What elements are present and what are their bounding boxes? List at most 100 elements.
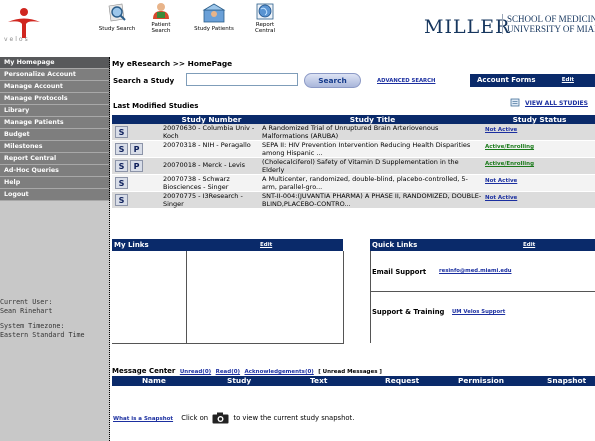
row-actions: S: [112, 174, 162, 192]
quick-links-title: Quick Links: [372, 241, 418, 249]
study-number-cell: 20070018 - Merck - Levis: [162, 157, 261, 175]
study-status-link[interactable]: Not Active: [485, 127, 517, 135]
study-status-cell: Not Active: [484, 191, 595, 209]
sidebar-item-manage-patients[interactable]: Manage Patients: [0, 117, 110, 129]
report-central-button[interactable]: Report Central: [248, 2, 282, 34]
study-number-cell: 20070738 - Schwarz Biosciences - Singer: [162, 174, 261, 192]
patient-search-label2: Search: [151, 28, 171, 34]
study-status-link[interactable]: Active/Enrolling: [485, 144, 534, 152]
study-title-cell: (Cholecalciferol) Safety of Vitamin D Su…: [261, 157, 484, 175]
table-row: S 20070775 - I3Research - Singer SNT-II-…: [112, 191, 595, 209]
last-modified-studies-table: Study Number Study Title Study Status S …: [112, 115, 595, 209]
patient-p-button[interactable]: P: [130, 160, 143, 172]
current-user-value: Sean Rinehart: [0, 307, 53, 315]
support-training-link[interactable]: UM Velos Support: [452, 309, 505, 315]
study-s-button[interactable]: S: [115, 194, 128, 206]
email-support-label: Email Support: [372, 268, 427, 276]
table-row: SP 20070318 - NIH - Peragallo SEPA II: H…: [112, 140, 595, 158]
study-patients-icon: [202, 3, 226, 23]
study-s-button[interactable]: S: [115, 177, 128, 189]
sidebar-item-library[interactable]: Library: [0, 105, 110, 117]
school-line1: SCHOOL OF MEDICINE: [507, 14, 595, 24]
study-number-cell: 20070775 - I3Research - Singer: [162, 191, 261, 209]
account-forms-title: Account Forms: [477, 76, 536, 84]
study-status-cell: Active/Enrolling: [484, 140, 595, 158]
quick-links-divider: [370, 291, 595, 292]
col-header-actions: [112, 115, 162, 124]
message-center-title: Message Center: [112, 367, 176, 375]
study-status-link[interactable]: Not Active: [485, 178, 517, 186]
study-title-cell: SNT-II-004:(JUVANTIA PHARMA) A PHASE II,…: [261, 191, 484, 209]
sidebar-item-manage-account[interactable]: Manage Account: [0, 81, 110, 93]
magnifier-icon: [108, 3, 126, 22]
table-header-row: Study Number Study Title Study Status: [112, 115, 595, 124]
account-forms-edit-link[interactable]: Edit: [562, 74, 574, 87]
study-number-cell: 20070318 - NIH - Peragallo: [162, 140, 261, 158]
sidebar-item-personalize-account[interactable]: Personalize Account: [0, 69, 110, 81]
sidebar-item-budget[interactable]: Budget: [0, 129, 110, 141]
study-s-button[interactable]: S: [115, 126, 128, 138]
snapshot-text-after: to view the current study snapshot.: [233, 414, 355, 422]
table-row: S 20070630 - Columbia Univ - Koch A Rand…: [112, 124, 595, 141]
advanced-search-link[interactable]: ADVANCED SEARCH: [377, 78, 435, 84]
mc-col-request: Request: [385, 376, 420, 385]
my-links-right-border: [343, 251, 344, 343]
mc-col-text: Text: [310, 376, 328, 385]
search-button[interactable]: Search: [304, 73, 361, 88]
study-patients-button[interactable]: Study Patients: [190, 2, 238, 32]
sidebar-item-manage-protocols[interactable]: Manage Protocols: [0, 93, 110, 105]
study-s-button[interactable]: S: [115, 160, 128, 172]
report-globe-icon: [256, 3, 274, 20]
study-number-cell: 20070630 - Columbia Univ - Koch: [162, 124, 261, 141]
message-center-title-row: Message Center Unread(0) Read(0) Acknowl…: [112, 367, 382, 375]
study-title-cell: SEPA II: HIV Prevention Intervention Red…: [261, 140, 484, 158]
document-icon: [510, 98, 520, 107]
study-status-link[interactable]: Not Active: [485, 195, 517, 203]
read-messages-link[interactable]: Read(0): [216, 369, 240, 375]
school-line2: UNIVERSITY OF MIAMI: [507, 24, 595, 34]
mc-col-study: Study: [227, 376, 252, 385]
view-all-studies-link[interactable]: VIEW ALL STUDIES: [525, 100, 588, 107]
mc-col-snapshot: Snapshot: [547, 376, 587, 385]
mc-col-permission: Permission: [458, 376, 504, 385]
breadcrumb: My eResearch >> HomePage: [112, 59, 233, 68]
col-header-study-title: Study Title: [261, 115, 484, 124]
study-title-cell: A Multicenter, randomized, double-blind,…: [261, 174, 484, 192]
row-actions: S: [112, 124, 162, 141]
row-actions: SP: [112, 157, 162, 175]
study-status-cell: Not Active: [484, 174, 595, 192]
sidebar-divider: [109, 57, 110, 441]
search-study-label: Search a Study: [113, 76, 175, 85]
velos-logo[interactable]: [6, 6, 46, 50]
unread-messages-link[interactable]: Unread(0): [180, 369, 211, 375]
timezone-label: System Timezone:: [0, 322, 65, 330]
patient-search-button[interactable]: Patient Search: [146, 2, 176, 34]
quick-links-edit-link[interactable]: Edit: [523, 239, 535, 251]
sidebar-item-report-central[interactable]: Report Central: [0, 153, 110, 165]
mc-col-name: Name: [142, 376, 166, 385]
app-root: velos Study Search Patient Search Study …: [0, 0, 595, 441]
study-status-link[interactable]: Active/Enrolling: [485, 161, 534, 169]
sidebar-item-logout[interactable]: Logout: [0, 189, 110, 201]
sidebar-item-milestones[interactable]: Milestones: [0, 141, 110, 153]
quick-links-bar: Quick Links Edit: [370, 239, 595, 251]
current-user-label: Current User:: [0, 298, 53, 306]
search-study-input[interactable]: [186, 73, 298, 86]
sidebar: My Homepage Personalize Account Manage A…: [0, 57, 110, 441]
my-links-edit-link[interactable]: Edit: [260, 239, 272, 251]
study-title-cell: A Randomized Trial of Unruptured Brain A…: [261, 124, 484, 141]
row-actions: S: [112, 191, 162, 209]
email-support-link[interactable]: resinfo@med.miami.edu: [439, 268, 512, 274]
study-search-button[interactable]: Study Search: [98, 2, 136, 32]
study-s-button[interactable]: S: [115, 143, 128, 155]
sidebar-item-help[interactable]: Help: [0, 177, 110, 189]
what-is-snapshot-link[interactable]: What is a Snapshot: [113, 416, 173, 422]
patient-icon: [153, 3, 169, 19]
study-status-cell: Active/Enrolling: [484, 157, 595, 175]
study-patients-label: Study Patients: [194, 26, 234, 32]
sidebar-item-my-homepage[interactable]: My Homepage: [0, 57, 110, 69]
sidebar-item-ad-hoc-queries[interactable]: Ad-Hoc Queries: [0, 165, 110, 177]
patient-p-button[interactable]: P: [130, 143, 143, 155]
acknowledgements-link[interactable]: Acknowledgements(0): [245, 369, 314, 375]
school-name: SCHOOL OF MEDICINE UNIVERSITY OF MIAMI: [502, 14, 595, 34]
